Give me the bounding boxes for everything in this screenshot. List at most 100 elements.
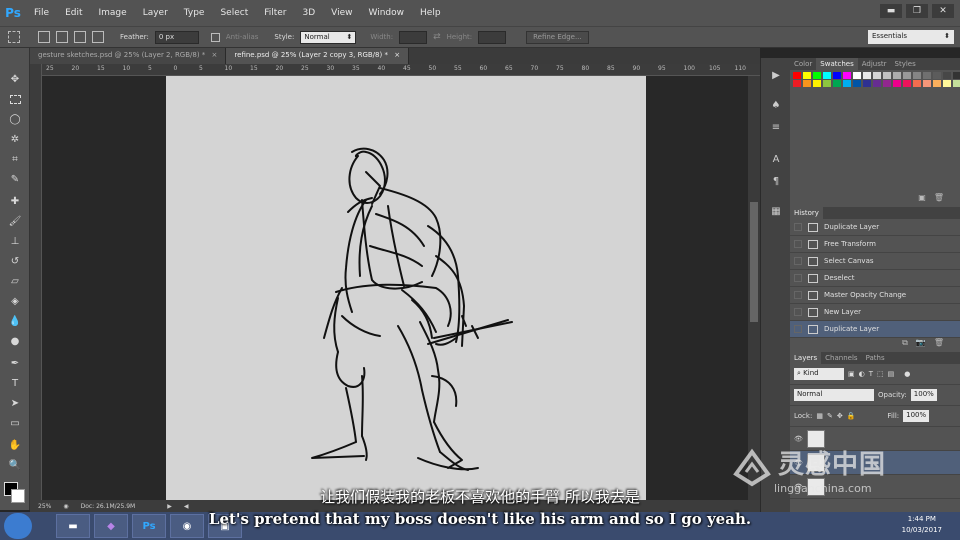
adjustment-filter-icon[interactable]: ◐ — [859, 370, 865, 378]
close-icon[interactable]: × — [394, 51, 400, 59]
history-snapshot-checkbox[interactable] — [794, 325, 802, 333]
menu-3d[interactable]: 3D — [295, 8, 324, 18]
color-swatch[interactable] — [863, 72, 871, 79]
tab-swatches[interactable]: Swatches — [816, 58, 858, 70]
character-icon[interactable]: A — [769, 152, 783, 166]
history-item[interactable]: Free Transform — [790, 236, 960, 253]
close-button[interactable]: ✕ — [932, 4, 954, 18]
history-snapshot-checkbox[interactable] — [794, 291, 802, 299]
vertical-scrollbar[interactable] — [748, 76, 760, 500]
healing-brush-tool-icon[interactable]: ✚ — [7, 194, 23, 208]
style-select[interactable]: Normal ⬍ — [300, 30, 357, 44]
color-swatch[interactable] — [933, 80, 941, 87]
filter-toggle-icon[interactable]: ● — [904, 370, 910, 378]
tab-color[interactable]: Color — [790, 58, 816, 70]
history-snapshot-checkbox[interactable] — [794, 274, 802, 282]
feather-input[interactable]: 0 px — [154, 30, 199, 44]
menu-help[interactable]: Help — [412, 8, 449, 18]
color-swatch[interactable] — [813, 72, 821, 79]
color-swatch[interactable] — [793, 72, 801, 79]
color-swatch[interactable] — [873, 80, 881, 87]
restore-button[interactable]: ❐ — [906, 4, 928, 18]
color-swatch[interactable] — [943, 72, 951, 79]
color-swatch[interactable] — [863, 80, 871, 87]
move-tool-icon[interactable]: ✥ — [7, 72, 23, 86]
lock-transparent-icon[interactable]: ▦ — [816, 412, 823, 420]
color-swatch[interactable] — [883, 80, 891, 87]
delete-swatch-icon[interactable]: 🗑 — [934, 193, 944, 205]
close-icon[interactable]: × — [212, 51, 218, 59]
menu-edit[interactable]: Edit — [57, 8, 90, 18]
new-swatch-icon[interactable]: ▣ — [918, 193, 926, 205]
path-selection-tool-icon[interactable]: ➤ — [7, 396, 23, 410]
tab-layers[interactable]: Layers — [790, 352, 822, 364]
history-item[interactable]: Master Opacity Change — [790, 287, 960, 304]
pixel-filter-icon[interactable]: ▣ — [848, 370, 855, 378]
color-swatch[interactable] — [813, 80, 821, 87]
delete-state-icon[interactable]: 🗑 — [934, 338, 944, 350]
adjustments-icon[interactable]: ≡ — [769, 120, 783, 134]
history-item[interactable]: New Layer — [790, 304, 960, 321]
magic-wand-tool-icon[interactable]: ✲ — [7, 132, 23, 146]
lasso-tool-icon[interactable]: ◯ — [7, 112, 23, 126]
pen-tool-icon[interactable]: ✒ — [7, 356, 23, 370]
history-brush-tool-icon[interactable]: ↺ — [7, 254, 23, 268]
new-selection-icon[interactable] — [38, 31, 50, 43]
color-swatch[interactable] — [843, 80, 851, 87]
width-input[interactable] — [399, 30, 428, 44]
menu-view[interactable]: View — [323, 8, 360, 18]
color-swatch[interactable] — [893, 80, 901, 87]
tab-paths[interactable]: Paths — [862, 352, 889, 364]
tab-styles[interactable]: Styles — [891, 58, 920, 70]
color-swatch[interactable] — [823, 80, 831, 87]
color-swatch[interactable] — [853, 72, 861, 79]
tab-refine[interactable]: refine.psd @ 25% (Layer 2 copy 3, RGB/8)… — [226, 48, 410, 64]
brush-presets-icon[interactable]: ♠ — [769, 98, 783, 112]
layer-kind-select[interactable]: ⌕ Kind — [794, 368, 844, 380]
smart-object-filter-icon[interactable]: ▤ — [888, 370, 895, 378]
antialias-checkbox[interactable] — [210, 32, 220, 42]
menu-file[interactable]: File — [26, 8, 57, 18]
menu-layer[interactable]: Layer — [135, 8, 176, 18]
scrollbar-thumb[interactable] — [750, 202, 758, 322]
actions-play-icon[interactable]: ▶ — [769, 68, 783, 82]
color-swatch[interactable] — [883, 72, 891, 79]
refine-edge-button[interactable]: Refine Edge... — [526, 30, 589, 44]
marquee-preset-icon[interactable] — [8, 31, 20, 43]
color-swatch[interactable] — [893, 72, 901, 79]
menu-image[interactable]: Image — [91, 8, 135, 18]
color-swatch[interactable] — [803, 80, 811, 87]
history-item[interactable]: Duplicate Layer — [790, 219, 960, 236]
tab-adjustments[interactable]: Adjustr — [858, 58, 891, 70]
color-swatch[interactable] — [903, 72, 911, 79]
color-swatch[interactable] — [903, 80, 911, 87]
color-swatch[interactable] — [873, 72, 881, 79]
menu-window[interactable]: Window — [361, 8, 413, 18]
snapshot-camera-icon[interactable]: 📷 — [916, 338, 926, 350]
color-swatch[interactable] — [923, 72, 931, 79]
dodge-tool-icon[interactable]: ● — [7, 334, 23, 348]
hand-tool-icon[interactable]: ✋ — [7, 438, 23, 452]
canvas-area[interactable] — [42, 76, 748, 500]
document-canvas[interactable] — [166, 76, 646, 500]
menu-select[interactable]: Select — [212, 8, 256, 18]
history-item[interactable]: Deselect — [790, 270, 960, 287]
history-item-active[interactable]: Duplicate Layer — [790, 321, 960, 338]
brush-tool-icon[interactable]: 🖌 — [7, 214, 23, 228]
paint-bucket-tool-icon[interactable]: ◈ — [7, 294, 23, 308]
color-swatch[interactable] — [833, 80, 841, 87]
lock-position-icon[interactable]: ✥ — [837, 412, 843, 420]
menu-filter[interactable]: Filter — [256, 8, 294, 18]
fill-input[interactable]: 100% — [903, 410, 930, 422]
marquee-tool-icon[interactable] — [7, 92, 23, 106]
type-filter-icon[interactable]: T — [869, 370, 873, 378]
lock-all-icon[interactable]: 🔒 — [847, 412, 856, 420]
rectangle-tool-icon[interactable]: ▭ — [7, 416, 23, 430]
opacity-input[interactable]: 100% — [910, 389, 937, 401]
history-snapshot-checkbox[interactable] — [794, 257, 802, 265]
history-snapshot-checkbox[interactable] — [794, 240, 802, 248]
zoom-tool-icon[interactable]: 🔍 — [7, 458, 23, 472]
history-item[interactable]: Select Canvas — [790, 253, 960, 270]
minimize-button[interactable]: ▬ — [880, 4, 902, 18]
lock-pixels-icon[interactable]: ✎ — [827, 412, 833, 420]
